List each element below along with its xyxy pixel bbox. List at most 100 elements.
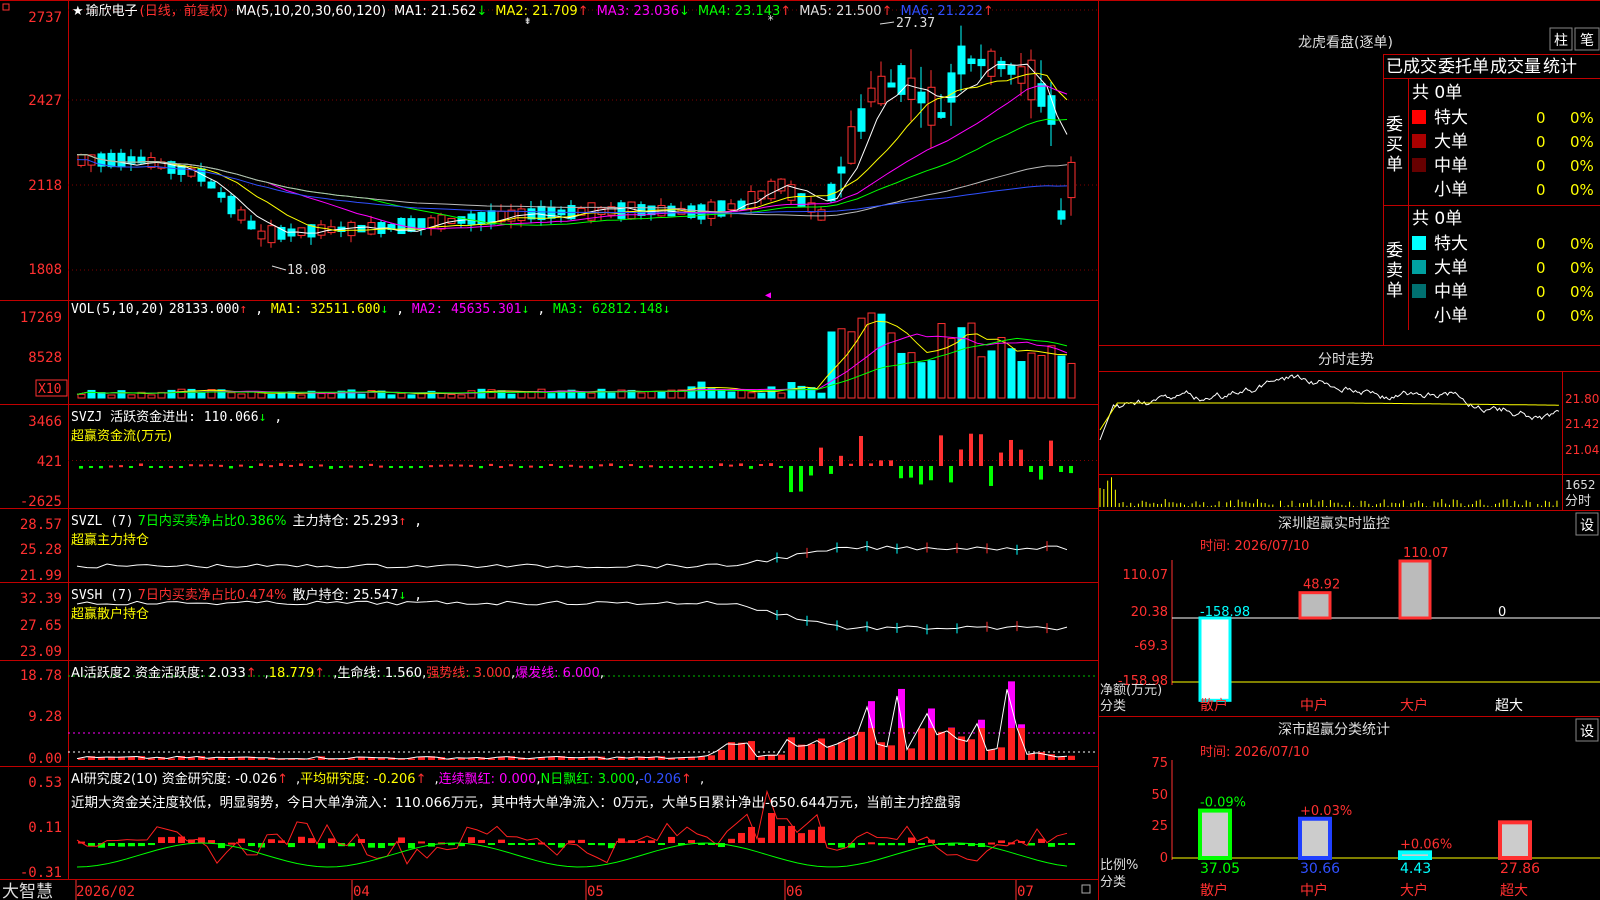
kline-chart[interactable] xyxy=(76,25,1076,248)
research-bar xyxy=(508,843,515,845)
buy-swatch xyxy=(1412,134,1426,148)
research-bar xyxy=(528,843,535,845)
intraday-chart[interactable] xyxy=(1099,374,1560,507)
tab-volume[interactable]: 成交量 xyxy=(1490,57,1541,77)
sell-row-count: 0 xyxy=(1536,283,1546,301)
sell-swatch xyxy=(1412,308,1426,322)
volume-bar xyxy=(817,392,826,399)
buy-row-pct: 0% xyxy=(1570,109,1594,127)
candle xyxy=(547,206,556,219)
monitor-value: 48.92 xyxy=(1303,578,1340,593)
flow-bar xyxy=(409,466,413,469)
kline-axis-2: 2427 xyxy=(28,93,62,109)
flow-bar xyxy=(1029,466,1033,473)
stats-bar xyxy=(1298,816,1332,860)
monitor-unit: 净额(万元) xyxy=(1100,683,1162,698)
research-bar xyxy=(208,840,215,843)
ma-value-4: MA4: 23.143 xyxy=(697,4,781,19)
intraday-avg-line xyxy=(1099,402,1559,431)
ai1-life: 生命线: 1.560 xyxy=(337,666,423,681)
flow-bar xyxy=(219,464,223,467)
lock-icon[interactable] xyxy=(1081,884,1091,894)
buy-row-name: 小单 xyxy=(1434,180,1468,200)
candle xyxy=(937,112,946,118)
sell-row-name: 小单 xyxy=(1434,306,1468,326)
flow-bar xyxy=(169,465,173,468)
research-bar xyxy=(658,843,665,845)
menu-icon[interactable] xyxy=(2,3,10,11)
volume-bar xyxy=(97,392,106,399)
flow-bar xyxy=(629,464,633,467)
candle xyxy=(227,195,236,215)
research-bar xyxy=(738,832,745,843)
volume-bar xyxy=(77,393,86,399)
candle xyxy=(1057,210,1066,220)
monitor-value: -158.98 xyxy=(1200,605,1250,620)
research-bar xyxy=(748,826,755,843)
research-bar xyxy=(228,842,235,845)
volume-bar xyxy=(897,352,906,399)
volume-bar xyxy=(727,391,736,399)
research-bar xyxy=(138,843,145,847)
buy-row-pct: 0% xyxy=(1570,133,1594,151)
activity-bar-burst xyxy=(978,719,985,728)
research-bar xyxy=(688,840,695,843)
flow-bar xyxy=(619,466,623,468)
candle xyxy=(707,201,716,219)
svzj-axis-2: 421 xyxy=(37,454,62,470)
flow-bar xyxy=(809,466,813,476)
svzj-axis-1: 3466 xyxy=(28,414,62,430)
candle xyxy=(957,45,966,75)
stock-terminal: 2737 2427 2118 1808 17269 8528 3466 421 … xyxy=(0,0,1600,900)
scroll-marker-icon[interactable]: ◀ xyxy=(765,290,771,301)
ai1-title: AI活跃度2 xyxy=(71,666,131,681)
sell-row-name: 特大 xyxy=(1434,234,1468,254)
monitor-settings-label: 设 xyxy=(1580,518,1594,534)
tab-stats[interactable]: 统计 xyxy=(1543,57,1577,77)
favorite-star-icon[interactable]: ★ xyxy=(72,4,84,19)
flow-bar xyxy=(209,464,213,467)
activity-bar xyxy=(778,754,785,760)
flow-bar xyxy=(159,466,163,468)
sell-swatch xyxy=(1412,284,1426,298)
ai2-summary: 近期大资金关注度较低，明显弱势，今日大单净流入：110.066万元，其中特大单净… xyxy=(71,795,961,811)
tab-orders[interactable]: 委托单 xyxy=(1438,57,1489,77)
flow-bar xyxy=(369,463,373,466)
flow-bar xyxy=(709,466,713,468)
monitor-axis-label: -69.3 xyxy=(1134,639,1168,654)
buy-swatch xyxy=(1412,110,1426,124)
period-mode[interactable]: (日线，前复权) xyxy=(140,4,228,19)
vol-ma2: MA2: 45635.301 xyxy=(411,302,522,317)
volume-bar xyxy=(747,392,756,399)
activity-bar xyxy=(1008,728,1015,760)
flow-bar xyxy=(479,466,483,469)
volume-bar xyxy=(777,392,786,399)
stats-title: 深市超赢分类统计 xyxy=(1278,721,1390,738)
volume-bar xyxy=(657,391,666,399)
candle xyxy=(1037,83,1046,107)
candle xyxy=(917,91,926,104)
research-bar xyxy=(128,843,135,847)
flow-bar xyxy=(689,466,693,468)
research-bar xyxy=(668,836,675,843)
volume-bar xyxy=(407,394,416,399)
vol-axis-top: 17269 xyxy=(20,310,62,326)
research-bar xyxy=(118,843,125,847)
volume-bar xyxy=(737,390,746,399)
research-bar xyxy=(1038,838,1045,843)
tab-filled[interactable]: 已成交 xyxy=(1386,57,1437,77)
buy-row-name: 中单 xyxy=(1434,156,1468,176)
svsh-header: SVSH (7) 7日内买卖净占比0.474% 散户持仓: 25.547↓, 超赢散… xyxy=(71,584,430,622)
x-label-4: 07 xyxy=(1017,884,1034,900)
main-hold-line xyxy=(76,545,1068,569)
flow-bar xyxy=(559,466,563,468)
svzl-header: SVZL (7) 7日内买卖净占比0.386% 主力持仓: 25.293↑, 超赢主… xyxy=(71,510,430,548)
activity-bar xyxy=(738,742,745,760)
research-bar xyxy=(418,841,425,844)
ai2-research: 资金研究度: -0.026 xyxy=(161,772,278,787)
flow-bar xyxy=(959,449,963,466)
candle xyxy=(967,58,976,65)
intraday-vol-label: 分时 xyxy=(1565,494,1591,509)
stats-axis-label: 75 xyxy=(1151,756,1168,771)
candle xyxy=(847,126,856,164)
